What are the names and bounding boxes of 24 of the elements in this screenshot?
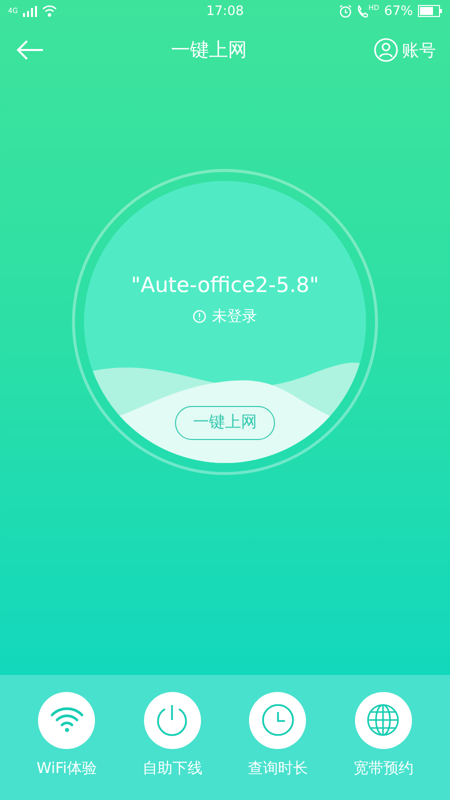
phone-icon — [357, 4, 368, 18]
account-button[interactable]: 账号 — [374, 38, 436, 62]
power-icon — [155, 703, 190, 737]
signal-icon — [22, 6, 37, 16]
back-button[interactable] — [16, 39, 44, 61]
person-icon — [374, 38, 398, 62]
action-label: WiFi体验 — [36, 758, 97, 778]
action-label: 自助下线 — [142, 758, 202, 778]
alarm-icon — [339, 4, 352, 18]
action-label: 宽带预约 — [353, 758, 414, 778]
login-status: 未登录 — [212, 306, 257, 326]
wifi-icon — [48, 706, 85, 734]
back-arrow-icon — [16, 39, 44, 61]
page-title: 一键上网 — [171, 38, 247, 63]
battery-icon — [418, 5, 442, 17]
alert-icon — [193, 310, 206, 322]
connect-button[interactable]: 一键上网 — [175, 406, 275, 440]
clock-icon — [260, 703, 295, 737]
action-label: 查询时长 — [248, 758, 308, 778]
wifi-icon — [42, 5, 57, 17]
network-name: "Aute-office2-5.8" — [130, 272, 320, 296]
clock-time: 17:08 — [206, 4, 244, 18]
globe-icon — [366, 703, 400, 737]
battery-percent: 67% — [384, 4, 413, 18]
